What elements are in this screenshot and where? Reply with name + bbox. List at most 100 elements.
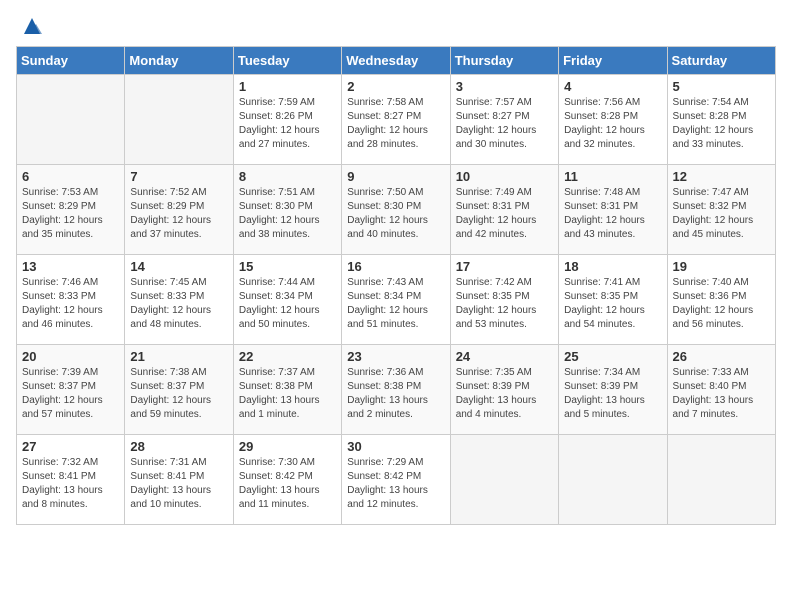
day-number: 27 [22,439,119,454]
day-number: 15 [239,259,336,274]
day-number: 7 [130,169,227,184]
day-number: 8 [239,169,336,184]
calendar-cell: 15 Sunrise: 7:44 AM Sunset: 8:34 PM Dayli… [233,255,341,345]
logo-icon [22,16,42,36]
calendar-cell: 24 Sunrise: 7:35 AM Sunset: 8:39 PM Dayli… [450,345,558,435]
cell-content: Sunrise: 7:46 AM Sunset: 8:33 PM Dayligh… [22,276,119,332]
cell-content: Sunrise: 7:34 AM Sunset: 8:39 PM Dayligh… [564,366,661,422]
calendar-cell: 3 Sunrise: 7:57 AM Sunset: 8:27 PM Daylig… [450,75,558,165]
calendar-cell: 26 Sunrise: 7:33 AM Sunset: 8:40 PM Dayli… [667,345,775,435]
calendar-cell: 11 Sunrise: 7:48 AM Sunset: 8:31 PM Dayli… [559,165,667,255]
cell-content: Sunrise: 7:38 AM Sunset: 8:37 PM Dayligh… [130,366,227,422]
day-number: 3 [456,79,553,94]
day-header-saturday: Saturday [667,47,775,75]
day-number: 13 [22,259,119,274]
calendar-cell: 23 Sunrise: 7:36 AM Sunset: 8:38 PM Dayli… [342,345,450,435]
cell-content: Sunrise: 7:32 AM Sunset: 8:41 PM Dayligh… [22,456,119,512]
cell-content: Sunrise: 7:49 AM Sunset: 8:31 PM Dayligh… [456,186,553,242]
cell-content: Sunrise: 7:59 AM Sunset: 8:26 PM Dayligh… [239,96,336,152]
calendar-cell: 13 Sunrise: 7:46 AM Sunset: 8:33 PM Dayli… [17,255,125,345]
day-number: 11 [564,169,661,184]
cell-content: Sunrise: 7:53 AM Sunset: 8:29 PM Dayligh… [22,186,119,242]
calendar-cell: 19 Sunrise: 7:40 AM Sunset: 8:36 PM Dayli… [667,255,775,345]
day-number: 28 [130,439,227,454]
calendar-cell [450,435,558,525]
week-row-4: 20 Sunrise: 7:39 AM Sunset: 8:37 PM Dayli… [17,345,776,435]
day-number: 4 [564,79,661,94]
cell-content: Sunrise: 7:52 AM Sunset: 8:29 PM Dayligh… [130,186,227,242]
day-header-thursday: Thursday [450,47,558,75]
day-number: 17 [456,259,553,274]
cell-content: Sunrise: 7:35 AM Sunset: 8:39 PM Dayligh… [456,366,553,422]
calendar-cell: 22 Sunrise: 7:37 AM Sunset: 8:38 PM Dayli… [233,345,341,435]
calendar-cell: 8 Sunrise: 7:51 AM Sunset: 8:30 PM Daylig… [233,165,341,255]
calendar-cell: 16Sunrise: 7:43 AM Sunset: 8:34 PM Dayli… [342,255,450,345]
calendar-cell: 6 Sunrise: 7:53 AM Sunset: 8:29 PM Daylig… [17,165,125,255]
day-header-monday: Monday [125,47,233,75]
day-number: 12 [673,169,770,184]
calendar-cell: 12Sunrise: 7:47 AM Sunset: 8:32 PM Dayli… [667,165,775,255]
day-number: 29 [239,439,336,454]
calendar-cell [17,75,125,165]
calendar-cell: 4 Sunrise: 7:56 AM Sunset: 8:28 PM Daylig… [559,75,667,165]
calendar-cell [125,75,233,165]
week-row-5: 27 Sunrise: 7:32 AM Sunset: 8:41 PM Dayli… [17,435,776,525]
calendar-cell: 21 Sunrise: 7:38 AM Sunset: 8:37 PM Dayli… [125,345,233,435]
cell-content: Sunrise: 7:48 AM Sunset: 8:31 PM Dayligh… [564,186,661,242]
day-header-sunday: Sunday [17,47,125,75]
cell-content: Sunrise: 7:58 AM Sunset: 8:27 PM Dayligh… [347,96,444,152]
cell-content: Sunrise: 7:40 AM Sunset: 8:36 PM Dayligh… [673,276,770,332]
day-header-friday: Friday [559,47,667,75]
week-row-1: 1 Sunrise: 7:59 AM Sunset: 8:26 PM Daylig… [17,75,776,165]
cell-content: Sunrise: 7:56 AM Sunset: 8:28 PM Dayligh… [564,96,661,152]
day-number: 2 [347,79,444,94]
calendar-cell: 18 Sunrise: 7:41 AM Sunset: 8:35 PM Dayli… [559,255,667,345]
cell-content: Sunrise: 7:36 AM Sunset: 8:38 PM Dayligh… [347,366,444,422]
calendar-cell [559,435,667,525]
cell-content: Sunrise: 7:30 AM Sunset: 8:42 PM Dayligh… [239,456,336,512]
cell-content: Sunrise: 7:57 AM Sunset: 8:27 PM Dayligh… [456,96,553,152]
calendar-cell: 9 Sunrise: 7:50 AM Sunset: 8:30 PM Daylig… [342,165,450,255]
cell-content: Sunrise: 7:31 AM Sunset: 8:41 PM Dayligh… [130,456,227,512]
calendar-cell: 7 Sunrise: 7:52 AM Sunset: 8:29 PM Daylig… [125,165,233,255]
day-number: 14 [130,259,227,274]
calendar-cell: 10 Sunrise: 7:49 AM Sunset: 8:31 PM Dayli… [450,165,558,255]
calendar-cell [667,435,775,525]
cell-content: Sunrise: 7:51 AM Sunset: 8:30 PM Dayligh… [239,186,336,242]
day-number: 21 [130,349,227,364]
calendar-table: SundayMondayTuesdayWednesdayThursdayFrid… [16,46,776,525]
calendar-cell: 29 Sunrise: 7:30 AM Sunset: 8:42 PM Dayli… [233,435,341,525]
day-number: 9 [347,169,444,184]
day-number: 22 [239,349,336,364]
logo [16,16,42,36]
day-number: 16 [347,259,444,274]
cell-content: Sunrise: 7:50 AM Sunset: 8:30 PM Dayligh… [347,186,444,242]
day-number: 6 [22,169,119,184]
calendar-cell: 20 Sunrise: 7:39 AM Sunset: 8:37 PM Dayli… [17,345,125,435]
cell-content: Sunrise: 7:37 AM Sunset: 8:38 PM Dayligh… [239,366,336,422]
day-number: 20 [22,349,119,364]
day-number: 26 [673,349,770,364]
calendar-cell: 30Sunrise: 7:29 AM Sunset: 8:42 PM Dayli… [342,435,450,525]
cell-content: Sunrise: 7:39 AM Sunset: 8:37 PM Dayligh… [22,366,119,422]
calendar-cell: 2 Sunrise: 7:58 AM Sunset: 8:27 PM Daylig… [342,75,450,165]
day-number: 24 [456,349,553,364]
cell-content: Sunrise: 7:54 AM Sunset: 8:28 PM Dayligh… [673,96,770,152]
day-header-tuesday: Tuesday [233,47,341,75]
day-number: 1 [239,79,336,94]
calendar-cell: 17Sunrise: 7:42 AM Sunset: 8:35 PM Dayli… [450,255,558,345]
day-number: 19 [673,259,770,274]
day-header-wednesday: Wednesday [342,47,450,75]
cell-content: Sunrise: 7:44 AM Sunset: 8:34 PM Dayligh… [239,276,336,332]
cell-content: Sunrise: 7:41 AM Sunset: 8:35 PM Dayligh… [564,276,661,332]
cell-content: Sunrise: 7:33 AM Sunset: 8:40 PM Dayligh… [673,366,770,422]
day-number: 23 [347,349,444,364]
calendar-cell: 5Sunrise: 7:54 AM Sunset: 8:28 PM Daylig… [667,75,775,165]
week-row-2: 6 Sunrise: 7:53 AM Sunset: 8:29 PM Daylig… [17,165,776,255]
days-header-row: SundayMondayTuesdayWednesdayThursdayFrid… [17,47,776,75]
calendar-cell: 14Sunrise: 7:45 AM Sunset: 8:33 PM Dayli… [125,255,233,345]
day-number: 10 [456,169,553,184]
calendar-cell: 27 Sunrise: 7:32 AM Sunset: 8:41 PM Dayli… [17,435,125,525]
cell-content: Sunrise: 7:29 AM Sunset: 8:42 PM Dayligh… [347,456,444,512]
day-number: 18 [564,259,661,274]
